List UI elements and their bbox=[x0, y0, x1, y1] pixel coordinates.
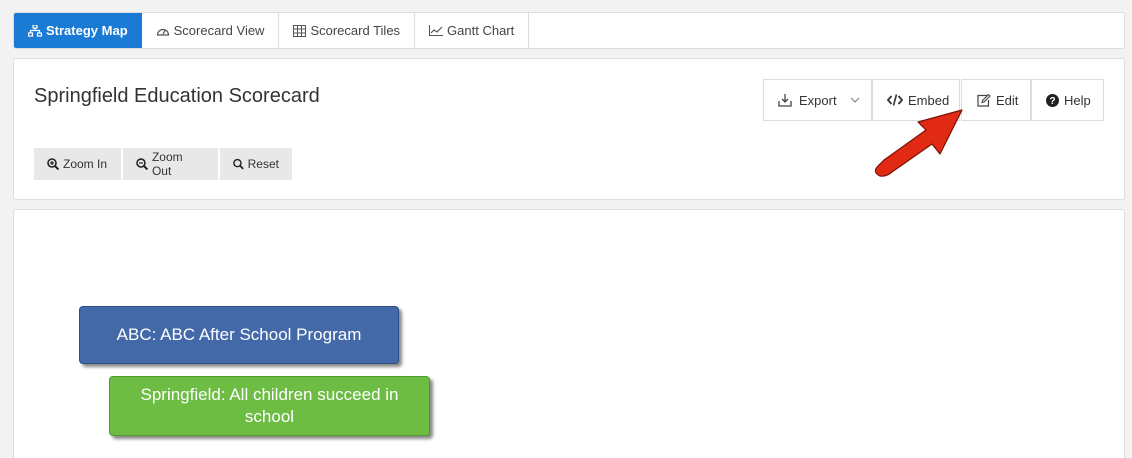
export-button[interactable]: Export bbox=[763, 79, 872, 121]
view-tabbar: Strategy Map Scorecard View Scorecard Ti… bbox=[13, 12, 1125, 49]
export-label: Export bbox=[799, 92, 837, 108]
strategy-map-canvas[interactable]: ABC: ABC After School Program Springfiel… bbox=[13, 209, 1125, 458]
tab-scorecard-view[interactable]: Scorecard View bbox=[142, 13, 280, 48]
tab-scorecard-tiles[interactable]: Scorecard Tiles bbox=[279, 13, 416, 48]
page-title: Springfield Education Scorecard bbox=[34, 85, 320, 107]
edit-icon bbox=[977, 93, 991, 107]
grid-icon bbox=[293, 24, 307, 37]
zoom-out-button[interactable]: Zoom Out bbox=[123, 148, 218, 180]
reset-label: Reset bbox=[247, 157, 279, 171]
zoom-in-button[interactable]: Zoom In bbox=[34, 148, 121, 180]
line-chart-icon bbox=[429, 25, 444, 36]
help-label: Help bbox=[1064, 92, 1091, 108]
annotation-arrow-icon bbox=[874, 109, 963, 177]
reset-button[interactable]: Reset bbox=[220, 148, 292, 180]
tab-label: Scorecard View bbox=[173, 23, 265, 38]
zoom-out-icon bbox=[136, 158, 148, 170]
zoom-out-label: Zoom Out bbox=[151, 150, 183, 178]
help-button[interactable]: ? Help bbox=[1031, 79, 1104, 121]
sitemap-icon bbox=[28, 24, 42, 37]
tab-label: Scorecard Tiles bbox=[310, 23, 401, 38]
tab-strategy-map[interactable]: Strategy Map bbox=[14, 13, 142, 48]
zoom-in-icon bbox=[47, 158, 59, 170]
tab-label: Strategy Map bbox=[46, 23, 128, 38]
chevron-down-icon bbox=[850, 97, 859, 103]
map-node-label: Springfield: All children succeed in sch… bbox=[140, 385, 399, 426]
tab-gantt-chart[interactable]: Gantt Chart bbox=[415, 13, 530, 48]
map-node-springfield-goal[interactable]: Springfield: All children succeed in sch… bbox=[109, 376, 430, 436]
map-node-label: ABC: ABC After School Program bbox=[116, 325, 362, 344]
map-node-abc-program[interactable]: ABC: ABC After School Program bbox=[79, 306, 399, 364]
search-icon bbox=[233, 158, 244, 170]
tab-label: Gantt Chart bbox=[447, 23, 515, 38]
svg-text:?: ? bbox=[1049, 96, 1055, 107]
question-circle-icon: ? bbox=[1046, 93, 1059, 107]
download-icon bbox=[778, 93, 792, 107]
edit-button[interactable]: Edit bbox=[961, 79, 1031, 121]
edit-label: Edit bbox=[996, 92, 1019, 108]
dashboard-icon bbox=[156, 28, 169, 36]
zoom-in-label: Zoom In bbox=[63, 157, 108, 171]
